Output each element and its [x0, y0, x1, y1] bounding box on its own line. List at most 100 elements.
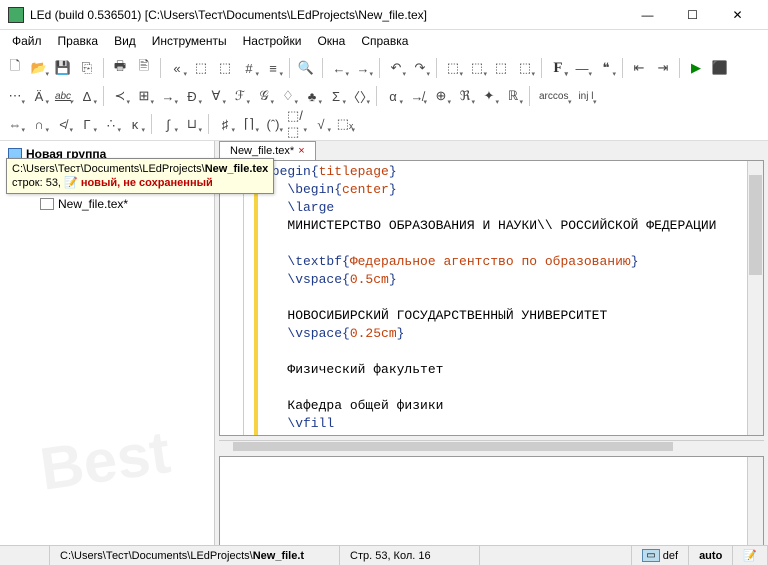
menu-windows[interactable]: Окна — [309, 32, 353, 50]
new-icon[interactable]: 🗋 — [4, 57, 26, 79]
arccos-icon[interactable]: arccos — [535, 85, 572, 107]
cite-icon[interactable]: ⬚ — [466, 57, 488, 79]
tooltip-line2b: новый, не сохраненный — [81, 177, 213, 189]
menu-file[interactable]: Файл — [4, 32, 50, 50]
open-icon[interactable]: 📂 — [28, 57, 50, 79]
file-icon — [40, 198, 54, 210]
menu-settings[interactable]: Настройки — [235, 32, 310, 50]
tooltip: C:\Users\Тест\Documents\LEdProjects\New_… — [6, 158, 274, 194]
iff-icon[interactable]: ⇔ — [4, 113, 26, 135]
frac-icon[interactable]: ⬚/⬚ — [286, 113, 308, 135]
status-position: Стр. 53, Кол. 16 — [340, 546, 480, 565]
undo-icon[interactable]: ↶ — [385, 57, 407, 79]
hash-icon[interactable]: # — [238, 57, 260, 79]
tree-icon[interactable]: ≡ — [262, 57, 284, 79]
circled-icon[interactable]: ℝ — [502, 85, 524, 107]
foral-icon[interactable]: ℱ — [229, 85, 251, 107]
tooltip-path-file: New_file.tex — [205, 163, 269, 175]
preview-pane — [219, 456, 764, 546]
find-icon[interactable]: 🔍 — [295, 57, 317, 79]
dot-icon[interactable]: ∴ — [100, 113, 122, 135]
sum-icon[interactable]: Σ — [325, 85, 347, 107]
dash-icon[interactable]: — — [571, 57, 593, 79]
nlt-icon[interactable]: ≮ — [52, 113, 74, 135]
angle-icon[interactable]: « — [166, 57, 188, 79]
preview-vscrollbar[interactable] — [747, 457, 763, 545]
sqrt-icon[interactable]: √ — [310, 113, 332, 135]
editor[interactable]: - \begin{titlepage} \begin{center} \larg… — [219, 160, 764, 436]
beta-icon[interactable]: ⊕ — [430, 85, 452, 107]
paren-icon[interactable]: (ˆ) — [262, 113, 284, 135]
toolbar: 🗋 📂 💾 ⎘ 🖶 🖹 « ⬚ ⬚ # ≡ 🔍 ← → ↶ ↷ ⬚ ⬚ ⬚ ⬚ … — [0, 52, 768, 141]
int-icon[interactable]: ∫ — [157, 113, 179, 135]
alpha-icon[interactable]: α — [382, 85, 404, 107]
run-icon[interactable]: ▶ — [685, 57, 707, 79]
quote-icon[interactable]: ❝ — [595, 57, 617, 79]
d-icon[interactable]: Ð — [181, 85, 203, 107]
titlebar: LEd (build 0.536501) [C:\Users\Тест\Docu… — [0, 0, 768, 30]
redo-icon[interactable]: ↷ — [409, 57, 431, 79]
delim-icon[interactable]: 〈〉 — [349, 85, 371, 107]
menu-view[interactable]: Вид — [106, 32, 144, 50]
inj-icon[interactable]: inj l — [574, 85, 597, 107]
varr-icon[interactable]: ↛ — [406, 85, 428, 107]
menubar: Файл Правка Вид Инструменты Настройки Ок… — [0, 30, 768, 52]
editor-vscrollbar[interactable] — [747, 161, 763, 435]
nabla-icon[interactable]: ∀ — [205, 85, 227, 107]
code-content[interactable]: \begin{titlepage} \begin{center} \large … — [258, 161, 747, 435]
sidebar: Новая группа Открытые отдельные файлы Ne… — [0, 141, 215, 550]
brace-icon[interactable]: ⌈⌉ — [238, 113, 260, 135]
gamma-icon[interactable]: Γ — [76, 113, 98, 135]
editor-area: New_file.tex* × - \begin{titlepage} \beg… — [215, 141, 768, 550]
commands-icon[interactable]: ⬚ — [214, 57, 236, 79]
stop-icon[interactable]: ⬛ — [709, 57, 731, 79]
real-icon[interactable]: ℜ — [454, 85, 476, 107]
tab-close-icon[interactable]: × — [298, 145, 304, 157]
label-icon[interactable]: ⬚ — [514, 57, 536, 79]
menu-help[interactable]: Справка — [353, 32, 416, 50]
abc-icon[interactable]: abc — [52, 85, 74, 107]
menu-edit[interactable]: Правка — [50, 32, 107, 50]
kappa-icon[interactable]: κ — [124, 113, 146, 135]
prec-icon[interactable]: ≺ — [109, 85, 131, 107]
print-preview-icon[interactable]: 🖹 — [133, 57, 155, 79]
save-all-icon[interactable]: ⎘ — [76, 57, 98, 79]
star-icon[interactable]: ✦ — [478, 85, 500, 107]
tree-file[interactable]: New_file.tex* — [4, 195, 210, 213]
maximize-button[interactable]: ☐ — [670, 1, 715, 29]
ref-icon[interactable]: ⬚ — [442, 57, 464, 79]
fold-bar: - — [244, 161, 254, 435]
tree-file-label: New_file.tex* — [58, 197, 128, 211]
left-icon[interactable]: ⬚ — [190, 57, 212, 79]
app-icon — [8, 7, 24, 23]
tooltip-line2a: строк: 53, — [12, 177, 64, 189]
close-button[interactable]: ✕ — [715, 1, 760, 29]
accent-a-icon[interactable]: Ä — [28, 85, 50, 107]
nu-icon[interactable]: ♢ — [277, 85, 299, 107]
cap-icon[interactable]: ∩ — [28, 113, 50, 135]
a7-icon[interactable]: Δ — [76, 85, 98, 107]
plus-icon[interactable]: ⊞ — [133, 85, 155, 107]
suit-icon[interactable]: ♣ — [301, 85, 323, 107]
arrow-icon[interactable]: → — [157, 85, 179, 107]
save-icon[interactable]: 💾 — [52, 57, 74, 79]
status-path: C:\Users\Тест\Documents\LEdProjects\New_… — [50, 546, 340, 565]
menu-tools[interactable]: Инструменты — [144, 32, 235, 50]
gutter — [220, 161, 244, 435]
back-icon[interactable]: ← — [328, 57, 350, 79]
sharp-icon[interactable]: ♯ — [214, 113, 236, 135]
dots-icon[interactable]: ⋯ — [4, 85, 26, 107]
g-icon[interactable]: 𝒢 — [253, 85, 275, 107]
tab-label: New_file.tex* — [230, 145, 294, 157]
minimize-button[interactable]: — — [625, 1, 670, 29]
indent-left-icon[interactable]: ⇤ — [628, 57, 650, 79]
index-icon[interactable]: ⬚ — [490, 57, 512, 79]
space-icon[interactable]: ⊔ — [181, 113, 203, 135]
editor-hscrollbar[interactable] — [219, 440, 764, 452]
sub-icon[interactable]: ⬚ₓ — [334, 113, 356, 135]
status-edit-icon[interactable]: 📝 — [733, 546, 768, 565]
indent-right-icon[interactable]: ⇥ — [652, 57, 674, 79]
forward-icon[interactable]: → — [352, 57, 374, 79]
font-icon[interactable]: F — [547, 57, 569, 79]
print-icon[interactable]: 🖶 — [109, 57, 131, 79]
